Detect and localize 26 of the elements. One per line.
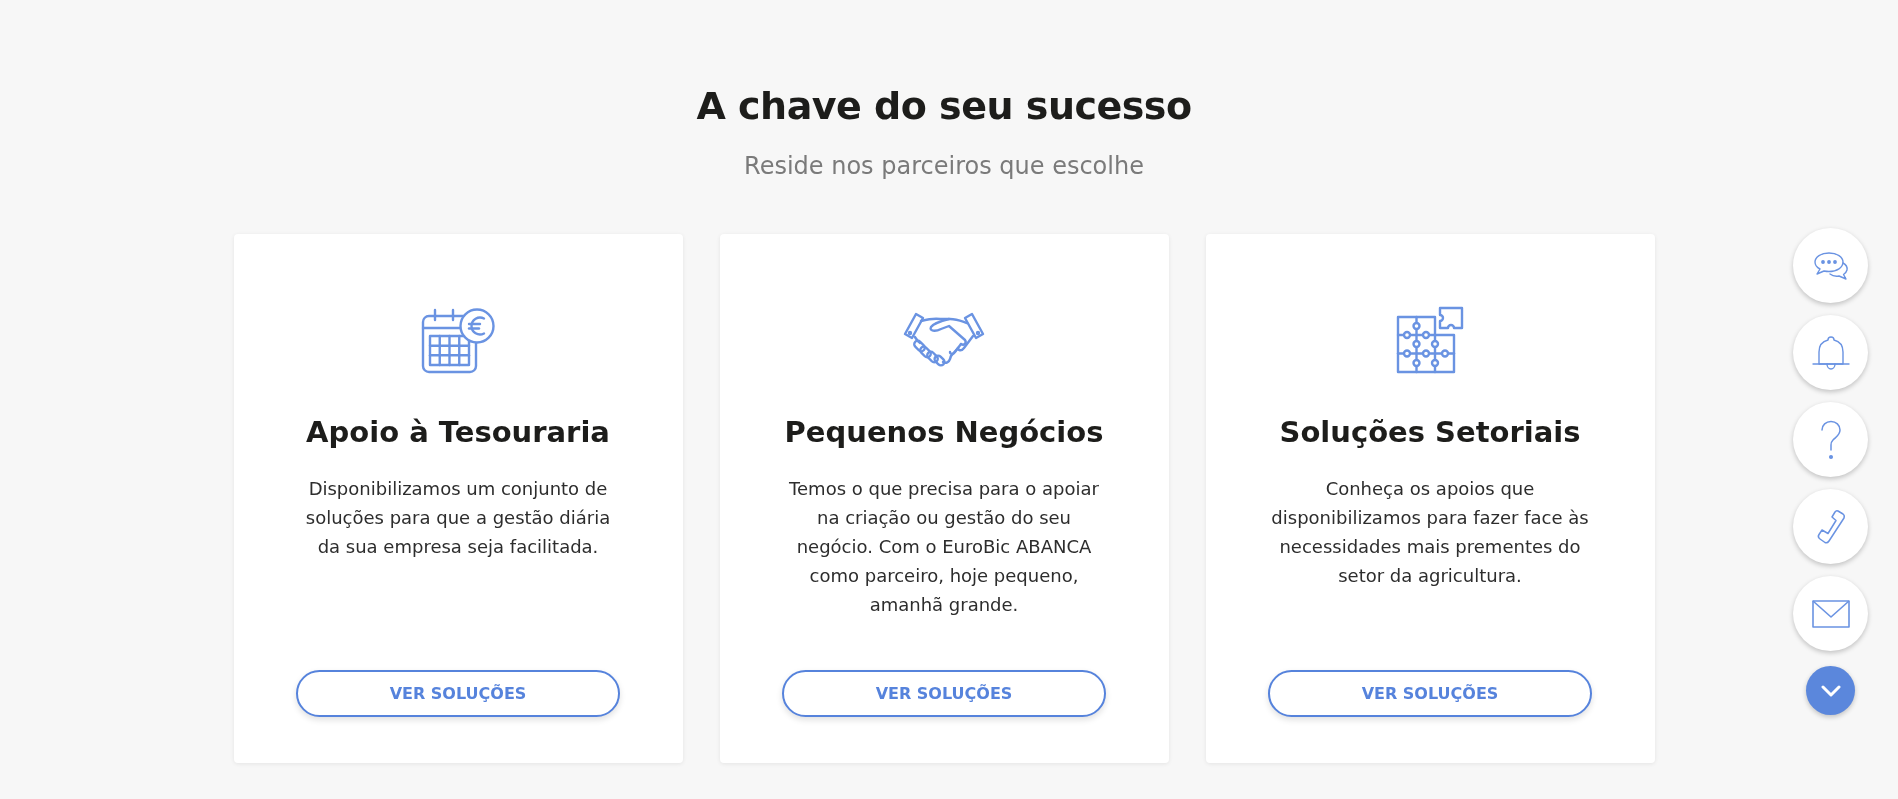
card-title: Apoio à Tesouraria	[306, 414, 610, 450]
notifications-button[interactable]	[1793, 315, 1868, 390]
view-solutions-button[interactable]: VER SOLUÇÕES	[1268, 670, 1592, 717]
question-mark-icon	[1819, 419, 1842, 460]
puzzle-icon	[1396, 306, 1464, 374]
view-solutions-button[interactable]: VER SOLUÇÕES	[296, 670, 620, 717]
section-heading: A chave do seu sucesso	[696, 83, 1192, 130]
envelope-icon	[1811, 599, 1850, 628]
chat-button[interactable]	[1793, 228, 1868, 303]
view-solutions-button[interactable]: VER SOLUÇÕES	[782, 670, 1106, 717]
bell-icon	[1811, 334, 1850, 371]
card-description: Disponibilizamos um conjunto de soluções para que a gestão diária da sua empresa seja facilitada.	[304, 477, 612, 559]
email-button[interactable]	[1793, 576, 1868, 651]
card-description: Temos o que precisa para o apoiar na criação ou gestão do seu negócio. Com o EuroBic ABANCA como parceiro, hoje pequeno, amanhã grande.	[788, 477, 1100, 617]
card-title: Pequenos Negócios	[784, 414, 1104, 450]
phone-button[interactable]	[1793, 489, 1868, 564]
handshake-icon	[903, 310, 985, 370]
calendar-euro-icon	[420, 306, 496, 374]
chevron-down-icon	[1820, 684, 1841, 697]
chat-bubbles-icon	[1812, 250, 1849, 281]
scroll-down-button[interactable]	[1806, 666, 1855, 715]
section-subtitle: Reside nos parceiros que escolhe	[744, 151, 1144, 181]
help-button[interactable]	[1793, 402, 1868, 477]
card-description: Conheça os apoios que disponibilizamos para fazer face às necessidades mais prementes do setor da agricultura.	[1270, 477, 1590, 588]
card-title: Soluções Setoriais	[1279, 414, 1581, 450]
phone-handset-icon	[1815, 508, 1846, 545]
